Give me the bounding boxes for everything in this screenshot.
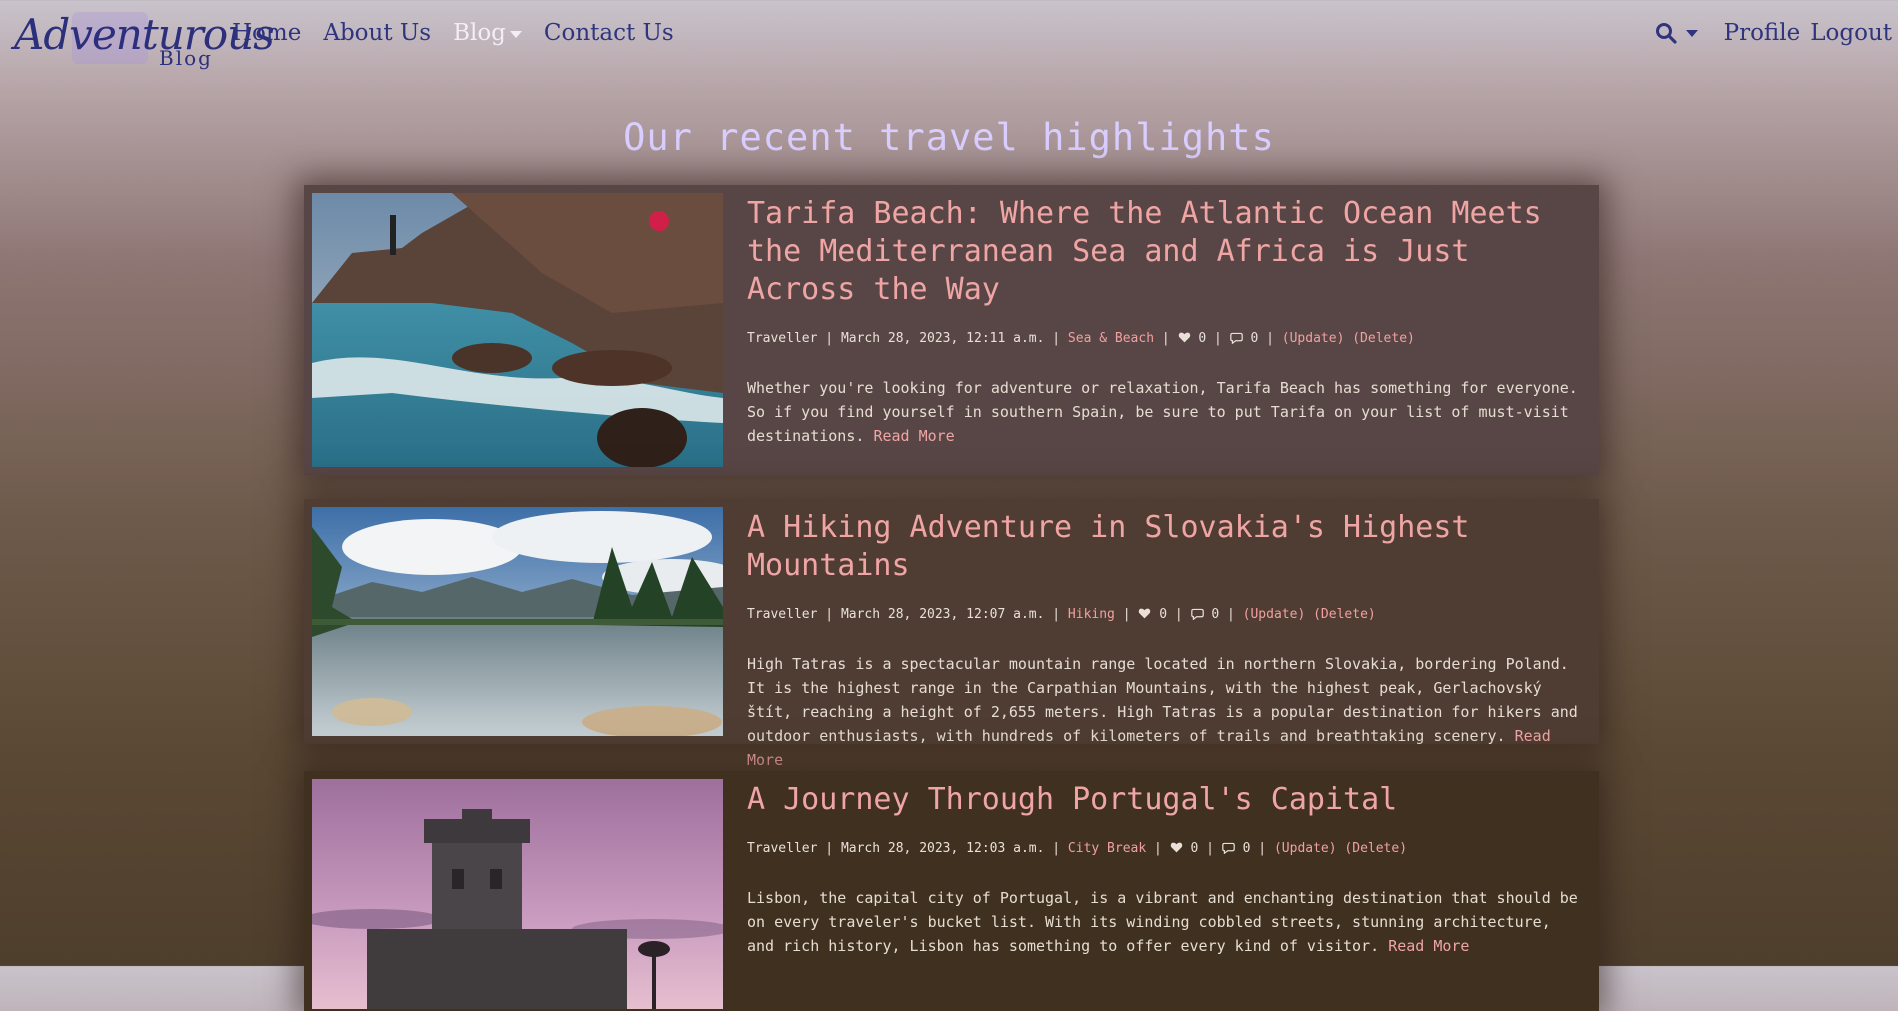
comment-icon[interactable] [1222, 841, 1235, 855]
nav-about[interactable]: About Us [323, 20, 431, 46]
navbar: Adventurous Blog Home About Us Blog Cont… [0, 0, 1898, 80]
chevron-down-icon [1685, 29, 1698, 37]
read-more-link[interactable]: Read More [1388, 937, 1469, 955]
post-card: Tarifa Beach: Where the Atlantic Ocean M… [304, 185, 1599, 475]
delete-link[interactable]: (Delete) [1344, 841, 1407, 856]
comment-icon[interactable] [1190, 607, 1204, 621]
post-title[interactable]: A Journey Through Portugal's Capital [747, 781, 1585, 819]
post-excerpt: High Tatras is a spectacular mountain ra… [747, 652, 1585, 772]
update-link[interactable]: (Update) [1243, 607, 1306, 622]
search-icon [1655, 23, 1677, 44]
post-meta: Traveller | March 28, 2023, 12:07 a.m. |… [747, 607, 1376, 622]
post-category-link[interactable]: City Break [1068, 841, 1146, 856]
search-dropdown-button[interactable] [1654, 21, 1698, 45]
post-title[interactable]: A Hiking Adventure in Slovakia's Highest… [747, 509, 1585, 585]
post-title[interactable]: Tarifa Beach: Where the Atlantic Ocean M… [747, 195, 1585, 309]
post-author: Traveller [747, 607, 818, 622]
logo-subtitle: Blog [159, 46, 213, 70]
heart-icon[interactable] [1170, 841, 1183, 854]
post-meta: Traveller | March 28, 2023, 12:03 a.m. |… [747, 841, 1408, 856]
post-body: A Hiking Adventure in Slovakia's Highest… [723, 499, 1599, 769]
nav-profile[interactable]: Profile [1724, 20, 1801, 46]
nav-logout[interactable]: Logout [1810, 20, 1892, 46]
comment-count: 0 [1211, 607, 1220, 622]
coast-image [312, 193, 723, 467]
post-category-link[interactable]: Hiking [1068, 607, 1115, 622]
post-card: A Hiking Adventure in Slovakia's Highest… [304, 499, 1599, 769]
like-count: 0 [1159, 607, 1168, 622]
delete-link[interactable]: (Delete) [1352, 331, 1415, 346]
post-image-tatras[interactable] [312, 507, 723, 736]
nav-links: Home About Us Blog Contact Us [232, 20, 696, 46]
post-meta: Traveller | March 28, 2023, 12:11 a.m. |… [747, 331, 1415, 346]
nav-home[interactable]: Home [232, 20, 301, 46]
heart-icon[interactable] [1178, 331, 1191, 344]
post-image-tarifa[interactable] [312, 193, 723, 467]
nav-right: Profile Logout [1654, 20, 1892, 46]
nav-contact[interactable]: Contact Us [544, 20, 674, 46]
nav-blog-dropdown[interactable]: Blog [453, 20, 522, 46]
page-title: Our recent travel highlights [623, 116, 1275, 159]
comment-count: 0 [1242, 841, 1251, 856]
post-author: Traveller [747, 331, 818, 346]
read-more-link[interactable]: Read More [873, 427, 954, 445]
post-image-lisbon[interactable] [312, 779, 723, 1009]
post-body: A Journey Through Portugal's Capital Tra… [723, 771, 1599, 1011]
comment-count: 0 [1250, 331, 1259, 346]
post-category-link[interactable]: Sea & Beach [1068, 331, 1154, 346]
excerpt-text: High Tatras is a spectacular mountain ra… [747, 655, 1578, 745]
excerpt-text: Whether you're looking for adventure or … [747, 379, 1578, 445]
nav-blog-label: Blog [453, 20, 506, 46]
delete-link[interactable]: (Delete) [1313, 607, 1376, 622]
post-author: Traveller [747, 841, 818, 856]
update-link[interactable]: (Update) [1274, 841, 1337, 856]
like-count: 0 [1198, 331, 1207, 346]
chevron-down-icon [509, 30, 522, 38]
update-link[interactable]: (Update) [1282, 331, 1345, 346]
tower-image [312, 779, 723, 1009]
post-excerpt: Lisbon, the capital city of Portugal, is… [747, 886, 1585, 958]
post-card: A Journey Through Portugal's Capital Tra… [304, 771, 1599, 1011]
post-date: March 28, 2023, 12:03 a.m. [840, 841, 1045, 856]
post-date: March 28, 2023, 12:11 a.m. [840, 331, 1045, 346]
site-logo[interactable]: Adventurous Blog [14, 8, 275, 72]
heart-icon[interactable] [1138, 607, 1151, 620]
lake-image [312, 507, 723, 736]
post-body: Tarifa Beach: Where the Atlantic Ocean M… [723, 185, 1599, 475]
like-count: 0 [1190, 841, 1199, 856]
comment-icon[interactable] [1229, 331, 1243, 345]
post-date: March 28, 2023, 12:07 a.m. [840, 607, 1045, 622]
post-excerpt: Whether you're looking for adventure or … [747, 376, 1585, 448]
